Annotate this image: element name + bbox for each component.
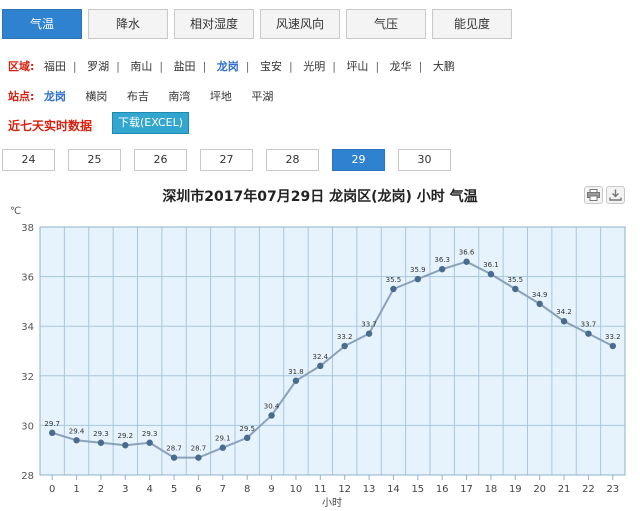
y-tick-label: 32 [21,372,34,383]
x-tick-label: 5 [171,484,177,495]
y-tick-label: 28 [21,471,34,482]
x-tick-label: 16 [436,484,449,495]
data-label: 33.7 [361,321,377,329]
data-point [609,342,617,350]
data-label: 33.2 [605,333,621,341]
y-tick-label: 34 [21,322,34,333]
data-label: 33.7 [581,321,597,329]
data-point [585,330,592,337]
data-point [97,439,105,446]
data-label: 35.5 [508,276,524,284]
x-tick-label: 10 [290,484,303,495]
y-tick-label: 30 [21,421,34,432]
x-tick-label: 14 [387,484,400,495]
data-point [195,454,202,461]
data-point [243,434,251,441]
data-label: 28.7 [191,445,207,453]
data-label: 36.3 [434,256,450,264]
x-axis-label: 小时 [322,497,342,509]
x-tick-label: 4 [147,484,153,495]
y-axis-label: ℃ [10,206,21,217]
data-point [536,300,543,308]
data-point [560,318,568,325]
data-label: 29.3 [93,430,109,438]
data-label: 34.9 [532,291,548,299]
x-tick-label: 1 [73,484,79,495]
data-label: 35.9 [410,266,426,274]
data-label: 29.3 [142,430,158,438]
y-tick-label: 36 [21,273,34,284]
data-label: 28.7 [166,445,182,453]
data-label: 36.6 [459,249,475,257]
data-point [365,330,373,337]
data-label: 29.2 [118,432,134,440]
x-tick-label: 20 [533,484,546,495]
data-point [512,285,519,293]
data-point [390,285,397,293]
data-point [122,442,129,449]
temperature-chart: 2830323436380 1 2 3 4 5 6 7 8 9 10 11 12 13 14 15 16 17 18… [10,206,626,509]
data-label: 31.8 [288,368,304,376]
x-tick-label: 8 [244,484,250,495]
data-point [73,437,80,444]
x-tick-label: 6 [195,484,201,495]
x-tick-label: 23 [606,484,619,495]
data-point [170,454,178,461]
data-point [414,275,422,283]
data-label: 29.1 [215,435,231,443]
data-label: 34.2 [556,308,572,316]
data-point [463,258,470,265]
data-point [341,342,348,350]
x-tick-label: 2 [98,484,104,495]
x-tick-label: 21 [558,484,571,495]
x-tick-label: 17 [460,484,473,495]
data-label: 33.2 [337,333,353,341]
data-label: 29.4 [69,427,85,435]
x-tick-label: 12 [338,484,351,495]
data-point [438,265,446,273]
x-tick-label: 7 [220,484,226,495]
data-label: 30.4 [264,402,280,410]
data-point [146,439,153,446]
x-tick-label: 19 [509,484,522,495]
y-tick-label: 38 [21,223,34,234]
x-tick-label: 13 [363,484,376,495]
x-tick-label: 3 [122,484,128,495]
data-point [219,444,227,451]
x-tick-label: 18 [485,484,498,495]
data-label: 36.1 [483,261,499,269]
x-tick-label: 9 [268,484,274,495]
data-label: 29.7 [44,420,60,428]
data-label: 32.4 [313,353,329,361]
data-point [487,270,495,278]
data-label: 35.5 [386,276,402,284]
data-point [48,429,56,437]
data-label: 29.5 [239,425,255,433]
x-tick-label: 15 [411,484,424,495]
data-point [268,412,275,419]
x-tick-label: 22 [582,484,595,495]
data-point [292,377,300,384]
x-tick-label: 11 [314,484,327,495]
data-point [317,362,324,370]
x-tick-label: 0 [49,484,55,495]
